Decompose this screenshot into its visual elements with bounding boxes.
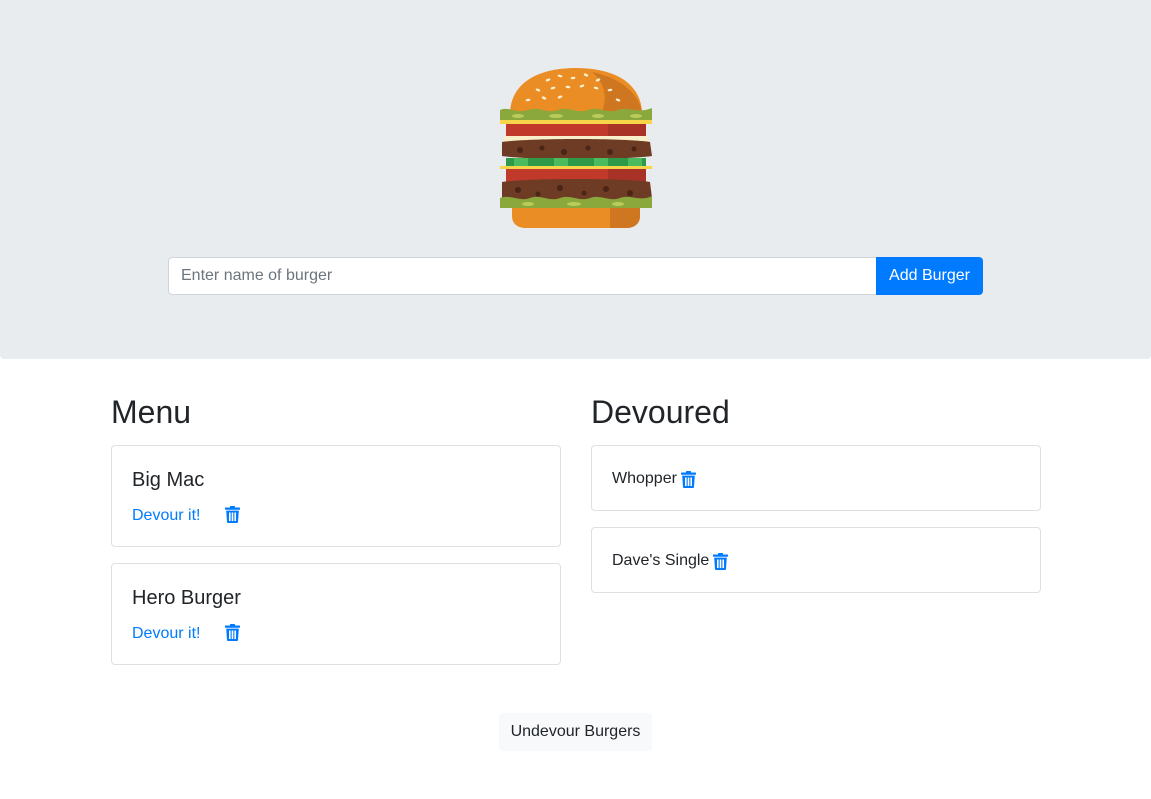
devour-link[interactable]: Devour it! <box>132 506 200 526</box>
devoured-heading: Devoured <box>591 394 730 430</box>
devoured-column: Devoured Whopper Dave's Single <box>591 390 1041 593</box>
devoured-burger-card: Whopper <box>591 445 1041 511</box>
devoured-burger-card: Dave's Single <box>591 527 1041 593</box>
menu-heading: Menu <box>111 394 192 430</box>
menu-burger-card: Hero Burger Devour it! <box>111 563 561 665</box>
trash-icon[interactable] <box>680 470 696 488</box>
menu-burger-card: Big Mac Devour it! <box>111 445 561 547</box>
add-burger-button[interactable]: Add Burger <box>876 257 983 295</box>
burger-icon <box>500 68 652 228</box>
add-burger-form: Add Burger <box>168 257 983 295</box>
undevour-burgers-button[interactable]: Undevour Burgers <box>499 713 652 751</box>
burger-name: Big Mac <box>132 469 205 491</box>
menu-column: Menu Big Mac Devour it! Hero Burger Devo… <box>111 390 561 665</box>
trash-icon[interactable] <box>713 552 729 570</box>
burger-name: Whopper <box>612 470 677 487</box>
trash-icon[interactable] <box>225 624 240 641</box>
burger-name: Hero Burger <box>132 587 241 609</box>
devour-link[interactable]: Devour it! <box>132 624 200 644</box>
burger-name-input[interactable] <box>168 257 876 295</box>
burger-name: Dave's Single <box>612 552 710 569</box>
trash-icon[interactable] <box>225 506 240 523</box>
jumbotron-header: Add Burger <box>0 0 1151 359</box>
